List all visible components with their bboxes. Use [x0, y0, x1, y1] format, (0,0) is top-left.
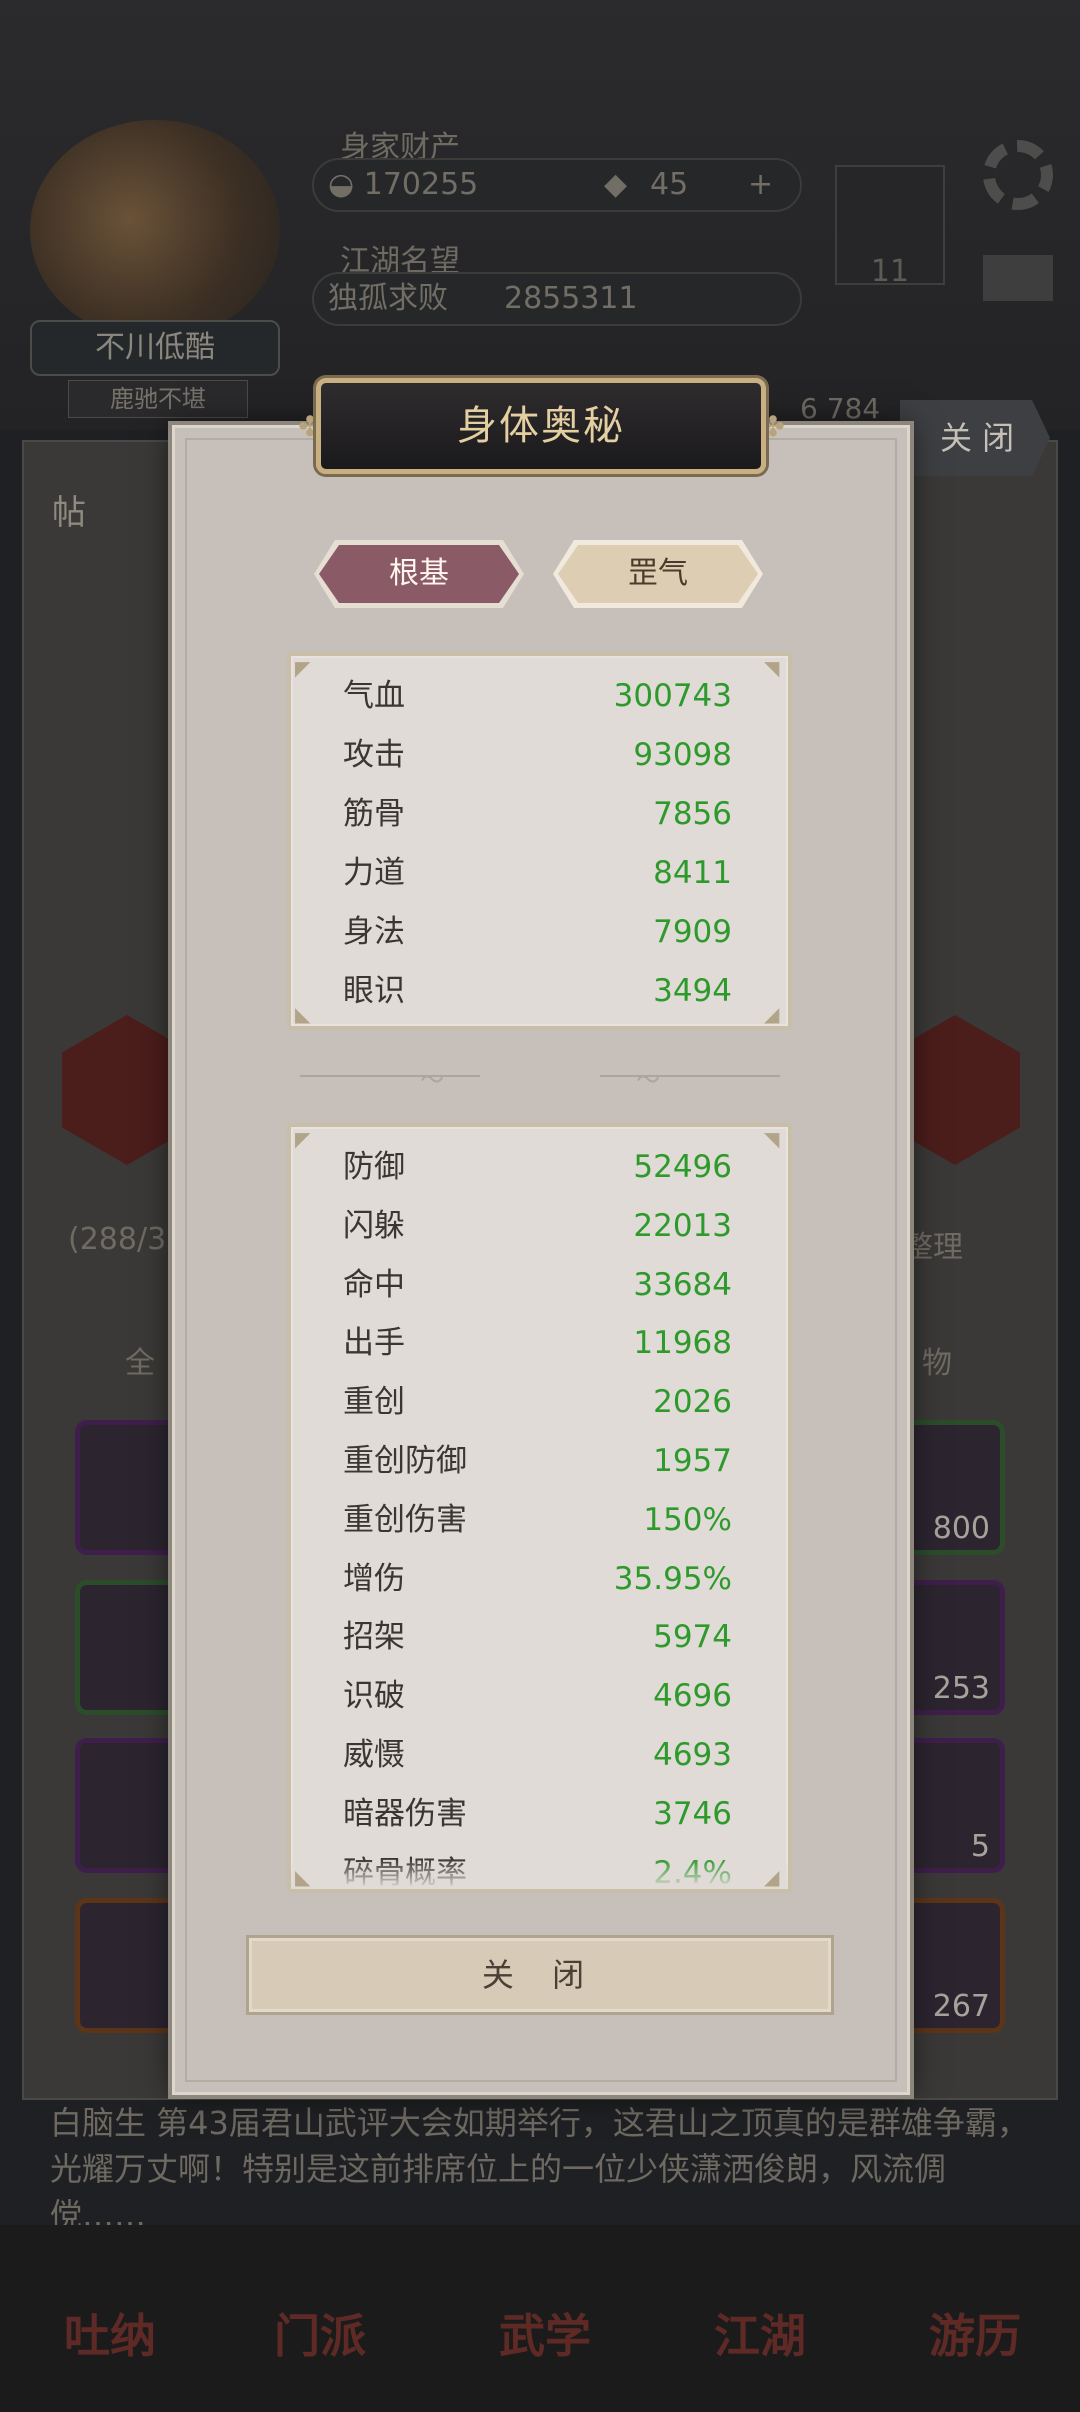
stat-label: 筋骨 — [343, 796, 405, 832]
stat-row: 识破 4696 — [343, 1667, 732, 1725]
tab-foundation-label: 根基 — [389, 556, 449, 591]
secondary-stats-panel[interactable]: ◤ ◥ ◣ ◢ 防御 52496 闪躲 22013 命中 33684 出手 11968 重创 20… — [287, 1123, 792, 1893]
dialog-title: 身体奥秘 — [316, 378, 766, 474]
stat-row: 命中 33684 — [343, 1256, 732, 1314]
stat-label: 增伤 — [343, 1560, 405, 1597]
stat-label: 暗器伤害 — [343, 1795, 467, 1832]
stat-value: 11968 — [633, 1325, 732, 1362]
reputation-rank: 独孤求败 — [328, 281, 448, 316]
jade-icon: ◆ — [604, 167, 628, 202]
stat-label: 闪躲 — [343, 1207, 405, 1244]
power-value: 6 784 — [800, 392, 881, 425]
stat-row: 身法 7909 — [343, 903, 732, 961]
currency-bar: ◒ 170255 ◆ 45 + — [312, 158, 802, 212]
stat-label: 攻击 — [343, 737, 405, 773]
stat-row: 暗器伤害 3746 — [343, 1785, 732, 1843]
stat-value: 1957 — [653, 1443, 732, 1479]
stat-value: 35.95% — [613, 1560, 732, 1597]
coin-icon: ◒ — [328, 167, 355, 202]
stat-label: 重创伤害 — [343, 1501, 467, 1538]
player-name: 不川低酷 — [30, 320, 280, 376]
stat-row: 防御 52496 — [343, 1138, 732, 1196]
stat-value: 52496 — [633, 1149, 732, 1185]
stat-row: 招架 5974 — [343, 1608, 732, 1666]
stat-label: 防御 — [343, 1149, 405, 1185]
stat-row: 筋骨 7856 — [343, 785, 732, 843]
stat-label: 身法 — [343, 914, 405, 950]
stat-value: 22013 — [633, 1207, 732, 1244]
mail-icon[interactable] — [983, 255, 1053, 301]
nav-tuna[interactable]: 吐纳 — [40, 2300, 180, 2366]
nav-travel[interactable]: 游历 — [905, 2300, 1045, 2366]
stat-value: 8411 — [653, 855, 732, 891]
primary-stats-panel: ◤ ◥ ◣ ◢ 气血 300743 攻击 93098 筋骨 7856 力道 8411 身法 790… — [287, 652, 792, 1030]
jade-amount: 45 — [650, 167, 689, 202]
section-divider: 〜 〜 — [300, 1066, 780, 1094]
stat-value: 4693 — [653, 1737, 732, 1773]
bag-count: (288/3 — [68, 1222, 167, 1257]
stat-label: 招架 — [343, 1619, 405, 1656]
filter-items[interactable]: 物 — [922, 1338, 952, 1382]
stat-value: 3494 — [653, 973, 732, 1009]
post-tag[interactable]: 帖 — [52, 485, 86, 534]
yinyang-counter[interactable]: 11 — [835, 165, 945, 289]
nav-sect[interactable]: 门派 — [250, 2300, 390, 2366]
stat-row: 攻击 93098 — [343, 726, 732, 784]
stat-value: 150% — [643, 1501, 732, 1538]
stat-label: 气血 — [343, 678, 405, 714]
stat-row: 出手 11968 — [343, 1314, 732, 1372]
gear-icon[interactable] — [983, 140, 1053, 210]
stat-value: 7856 — [653, 796, 732, 832]
stat-row: 气血 300743 — [343, 667, 732, 725]
filter-all[interactable]: 全 — [125, 1338, 155, 1382]
background-close-tab[interactable]: 关 闭 — [900, 400, 1050, 476]
stat-row: 重创伤害 150% — [343, 1491, 732, 1549]
player-title: 鹿驰不堪 — [68, 380, 248, 418]
stat-label: 威慑 — [343, 1737, 405, 1773]
stat-label: 眼识 — [343, 973, 405, 1009]
stat-row: 力道 8411 — [343, 844, 732, 902]
stat-label: 力道 — [343, 855, 405, 891]
reputation-bar: 独孤求败 2855311 — [312, 272, 802, 326]
stat-row: 眼识 3494 — [343, 962, 732, 1020]
stat-label: 重创 — [343, 1384, 405, 1421]
stat-value: 4696 — [653, 1678, 732, 1715]
stat-value: 300743 — [613, 678, 732, 714]
stat-label: 识破 — [343, 1678, 405, 1715]
stat-label: 出手 — [343, 1325, 405, 1362]
nav-martial[interactable]: 武学 — [475, 2300, 615, 2366]
tab-qi[interactable]: 罡气 — [553, 540, 763, 608]
reputation-value: 2855311 — [504, 281, 638, 316]
stat-row: 重创防御 1957 — [343, 1432, 732, 1490]
coin-amount: 170255 — [363, 167, 479, 202]
stat-value: 3746 — [653, 1795, 732, 1832]
close-button[interactable]: 关 闭 — [246, 1935, 834, 2015]
stat-label: 重创防御 — [343, 1443, 467, 1479]
player-avatar[interactable] — [30, 120, 280, 340]
news-ticker: 白脑生 第43届君山武评大会如期举行，这君山之顶真的是群雄争霸，光耀万丈啊！特别… — [50, 2104, 1029, 2234]
stat-row: 威慑 4693 — [343, 1726, 732, 1784]
tab-foundation[interactable]: 根基 — [314, 540, 524, 608]
sort-button[interactable]: 整理 — [903, 1222, 963, 1266]
stat-value: 93098 — [633, 737, 732, 773]
stat-label: 命中 — [343, 1266, 405, 1303]
scroll-fade — [291, 1859, 788, 1889]
stat-row: 重创 2026 — [343, 1373, 732, 1431]
stat-row: 增伤 35.95% — [343, 1550, 732, 1608]
stat-value: 33684 — [633, 1266, 732, 1303]
stat-row: 闪躲 22013 — [343, 1197, 732, 1255]
stat-value: 7909 — [653, 914, 732, 950]
add-jade-button[interactable]: + — [748, 160, 773, 210]
stat-value: 5974 — [653, 1619, 732, 1656]
stat-value: 2026 — [653, 1384, 732, 1421]
nav-jianghu[interactable]: 江湖 — [690, 2300, 830, 2366]
tab-qi-label: 罡气 — [628, 556, 688, 591]
